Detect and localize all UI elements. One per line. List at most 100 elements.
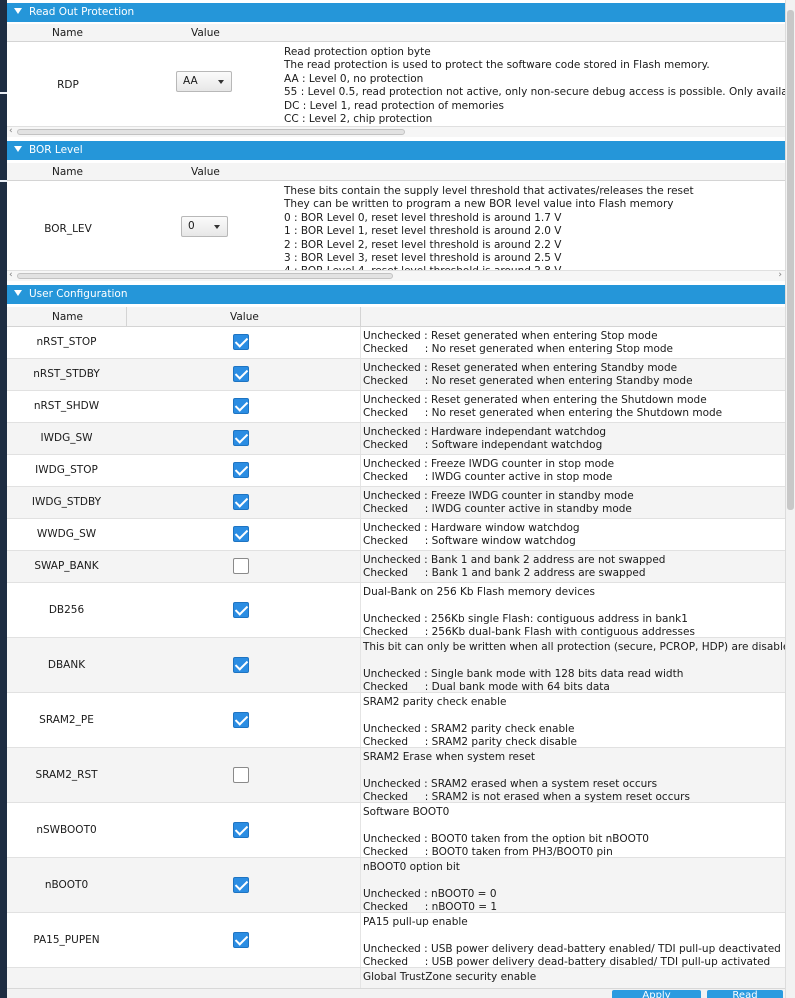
uc-row-swap-bank: SWAP_BANK Unchecked : Bank 1 and bank 2 a… <box>7 551 785 583</box>
column-value-label: Value <box>230 311 259 323</box>
collapse-triangle-icon <box>14 290 22 296</box>
scrollbar-thumb[interactable] <box>787 10 794 510</box>
bor-horizontal-scrollbar[interactable]: ‹ › <box>7 270 785 281</box>
scrollbar-thumb[interactable] <box>17 273 393 279</box>
checkbox-unchecked-icon[interactable] <box>233 767 249 783</box>
column-separator <box>360 359 361 390</box>
bor-level-header[interactable]: BOR Level <box>7 141 785 160</box>
read-button[interactable]: Read <box>707 990 783 998</box>
uc-option-description: Unchecked : Reset generated when enterin… <box>363 330 673 356</box>
bor-lev-select[interactable]: 0 <box>181 216 228 237</box>
checkbox-unchecked-icon[interactable] <box>233 558 249 574</box>
uc-option-description: Unchecked : Reset generated when enterin… <box>363 362 693 388</box>
uc-option-description: Unchecked : Hardware independant watchdo… <box>363 426 607 452</box>
column-separator <box>360 307 361 327</box>
uc-row-nrst-stdby: nRST_STDBY Unchecked : Reset generated wh… <box>7 359 785 391</box>
scroll-left-arrow-icon[interactable]: ‹ <box>9 270 13 280</box>
checkbox-checked-icon[interactable] <box>233 366 249 382</box>
section-title: BOR Level <box>29 144 83 156</box>
section-title: Read Out Protection <box>29 6 135 18</box>
rop-column-header: Name Value <box>7 24 785 42</box>
checkbox-checked-icon[interactable] <box>233 398 249 414</box>
column-separator <box>360 693 361 747</box>
column-separator <box>360 803 361 857</box>
column-separator <box>360 913 361 967</box>
uc-option-description: Unchecked : Hardware window watchdog Che… <box>363 522 580 548</box>
uc-option-name: DB256 <box>48 604 85 616</box>
rdp-select[interactable]: AA <box>176 71 232 92</box>
column-separator <box>360 551 361 582</box>
bor-lev-description: These bits contain the supply level thre… <box>284 185 694 270</box>
uc-option-name: WWDG_SW <box>36 528 97 540</box>
option-bytes-content: Read Out Protection Name Value RDP AA Re… <box>7 0 785 998</box>
column-separator <box>360 487 361 518</box>
scroll-left-arrow-icon[interactable]: ‹ <box>9 126 13 136</box>
bor-lev-name: BOR_LEV <box>44 223 92 235</box>
uc-option-description: Unchecked : Freeze IWDG counter in stand… <box>363 490 634 516</box>
uc-row-nswboot0: nSWBOOT0 Software BOOT0 Unchecked : BOOT0… <box>7 803 785 858</box>
uc-option-description: Dual-Bank on 256 Kb Flash memory devices… <box>363 586 695 639</box>
uc-column-header: Name Value <box>7 307 785 327</box>
uc-option-name: IWDG_STOP <box>35 464 98 476</box>
uc-row-iwdg-sw: IWDG_SW Unchecked : Hardware independant … <box>7 423 785 455</box>
checkbox-checked-icon[interactable] <box>233 712 249 728</box>
uc-option-description: Unchecked : Bank 1 and bank 2 address ar… <box>363 554 666 580</box>
uc-row-iwdg-stdby: IWDG_STDBY Unchecked : Freeze IWDG counte… <box>7 487 785 519</box>
checkbox-checked-icon[interactable] <box>233 334 249 350</box>
uc-option-description: Unchecked : Freeze IWDG counter in stop … <box>363 458 615 484</box>
column-separator <box>360 583 361 637</box>
checkbox-checked-icon[interactable] <box>233 526 249 542</box>
uc-option-name: IWDG_STDBY <box>31 496 102 508</box>
column-separator <box>360 638 361 692</box>
checkbox-checked-icon[interactable] <box>233 602 249 618</box>
uc-row-sram2-rst: SRAM2_RST SRAM2 Erase when system reset U… <box>7 748 785 803</box>
column-value-label: Value <box>191 166 220 178</box>
scrollbar-thumb[interactable] <box>17 129 405 135</box>
checkbox-checked-icon[interactable] <box>233 430 249 446</box>
read-out-protection-header[interactable]: Read Out Protection <box>7 3 785 22</box>
column-name-label: Name <box>52 27 83 39</box>
uc-option-description: SRAM2 parity check enable Unchecked : SR… <box>363 696 578 749</box>
uc-option-name: PA15_PUPEN <box>33 934 100 946</box>
uc-row-nboot0: nBOOT0 nBOOT0 option bit Unchecked : nBOO… <box>7 858 785 913</box>
column-separator <box>360 327 361 358</box>
strip-mark <box>0 92 7 94</box>
column-separator <box>360 748 361 802</box>
checkbox-checked-icon[interactable] <box>233 462 249 478</box>
checkbox-checked-icon[interactable] <box>233 494 249 510</box>
checkbox-checked-icon[interactable] <box>233 657 249 673</box>
collapse-triangle-icon <box>14 8 22 14</box>
uc-option-name: SWAP_BANK <box>34 560 99 572</box>
user-configuration-table: nRST_STOP Unchecked : Reset generated whe… <box>7 327 785 998</box>
option-bytes-panel: Read Out Protection Name Value RDP AA Re… <box>0 0 795 998</box>
column-separator <box>360 423 361 454</box>
checkbox-checked-icon[interactable] <box>233 877 249 893</box>
user-configuration-header[interactable]: User Configuration <box>7 285 785 304</box>
uc-option-name: nBOOT0 <box>44 879 89 891</box>
uc-option-description: PA15 pull-up enable Unchecked : USB powe… <box>363 916 781 969</box>
uc-option-description: This bit can only be written when all pr… <box>363 641 785 694</box>
checkbox-checked-icon[interactable] <box>233 822 249 838</box>
uc-option-name: DBANK <box>47 659 86 671</box>
uc-option-description: nBOOT0 option bit Unchecked : nBOOT0 = 0… <box>363 861 498 914</box>
apply-button[interactable]: Apply <box>612 990 701 998</box>
uc-row-wwdg-sw: WWDG_SW Unchecked : Hardware window watch… <box>7 519 785 551</box>
column-value-label: Value <box>191 27 220 39</box>
uc-row-pa15-pupen: PA15_PUPEN PA15 pull-up enable Unchecked … <box>7 913 785 968</box>
scroll-right-arrow-icon[interactable]: › <box>778 270 782 280</box>
rdp-select-value: AA <box>183 75 198 87</box>
dropdown-arrow-icon <box>214 225 220 229</box>
uc-option-name: nRST_SHDW <box>33 400 100 412</box>
uc-option-name: SRAM2_RST <box>35 769 98 781</box>
vertical-scrollbar[interactable] <box>785 0 795 998</box>
apply-label: Apply <box>642 990 671 998</box>
bor-column-header: Name Value <box>7 163 785 181</box>
uc-row-nrst-stop: nRST_STOP Unchecked : Reset generated whe… <box>7 327 785 359</box>
checkbox-checked-icon[interactable] <box>233 932 249 948</box>
rop-horizontal-scrollbar[interactable]: ‹ <box>7 126 785 137</box>
left-sidebar-strip <box>0 0 7 998</box>
bor-lev-select-value: 0 <box>188 220 195 232</box>
uc-option-name: IWDG_SW <box>40 432 93 444</box>
rdp-description: Read protection option byte The read pro… <box>284 46 785 125</box>
dropdown-arrow-icon <box>218 80 224 84</box>
